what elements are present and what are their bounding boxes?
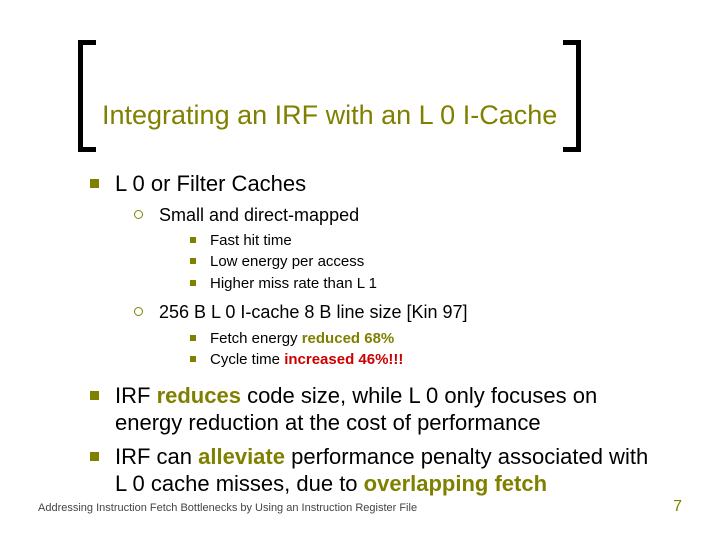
page-number: 7 [673,498,682,516]
text-emphasis: increased 46%!!! [284,351,403,368]
text-plain: IRF [115,383,157,408]
bullet-l3: Higher miss rate than L 1 [190,274,660,294]
text-emphasis: overlapping fetch [364,471,547,496]
bullet-text: Cycle time increased 46%!!! [210,350,403,370]
bullet-text: Low energy per access [210,252,364,272]
bullet-text: 256 B L 0 I-cache 8 B line size [Kin 97] [159,301,468,324]
bullet-text: Fetch energy reduced 68% [210,329,394,349]
slide: Integrating an IRF with an L 0 I-Cache L… [0,0,720,540]
bullet-l3: Low energy per access [190,252,660,272]
bullet-l1: IRF reduces code size, while L 0 only fo… [90,382,660,437]
square-bullet-icon [90,179,99,188]
bullet-text: Fast hit time [210,231,292,251]
bullet-text: Higher miss rate than L 1 [210,274,377,294]
square-bullet-icon [190,237,196,243]
text-plain: Cycle time [210,351,284,368]
circle-bullet-icon [134,307,143,316]
bullet-text: IRF reduces code size, while L 0 only fo… [115,382,660,437]
title-row: Integrating an IRF with an L 0 I-Cache [78,78,660,152]
bracket-right-icon [563,40,581,152]
square-bullet-icon [90,391,99,400]
bullet-text: IRF can alleviate performance penalty as… [115,443,660,498]
square-bullet-icon [90,452,99,461]
bullet-l1: L 0 or Filter Caches [90,170,660,198]
bullet-l3: Fast hit time [190,231,660,251]
bullet-l3: Fetch energy reduced 68% [190,329,660,349]
bracket-left-icon [78,40,96,152]
square-bullet-icon [190,280,196,286]
text-plain: Fetch energy [210,330,302,347]
slide-body: L 0 or Filter Caches Small and direct-ma… [90,170,660,504]
bullet-l2: Small and direct-mapped [134,204,660,227]
square-bullet-icon [190,258,196,264]
square-bullet-icon [190,335,196,341]
bullet-text: Small and direct-mapped [159,204,359,227]
text-emphasis: reduces [157,383,241,408]
text-plain: IRF can [115,444,198,469]
slide-title: Integrating an IRF with an L 0 I-Cache [96,100,563,131]
footer-text: Addressing Instruction Fetch Bottlenecks… [38,502,417,514]
bullet-l2: 256 B L 0 I-cache 8 B line size [Kin 97] [134,301,660,324]
circle-bullet-icon [134,210,143,219]
bullet-l1: IRF can alleviate performance penalty as… [90,443,660,498]
text-emphasis: reduced 68% [302,330,395,347]
bullet-text: L 0 or Filter Caches [115,170,306,198]
bullet-l3: Cycle time increased 46%!!! [190,350,660,370]
text-emphasis: alleviate [198,444,285,469]
square-bullet-icon [190,356,196,362]
